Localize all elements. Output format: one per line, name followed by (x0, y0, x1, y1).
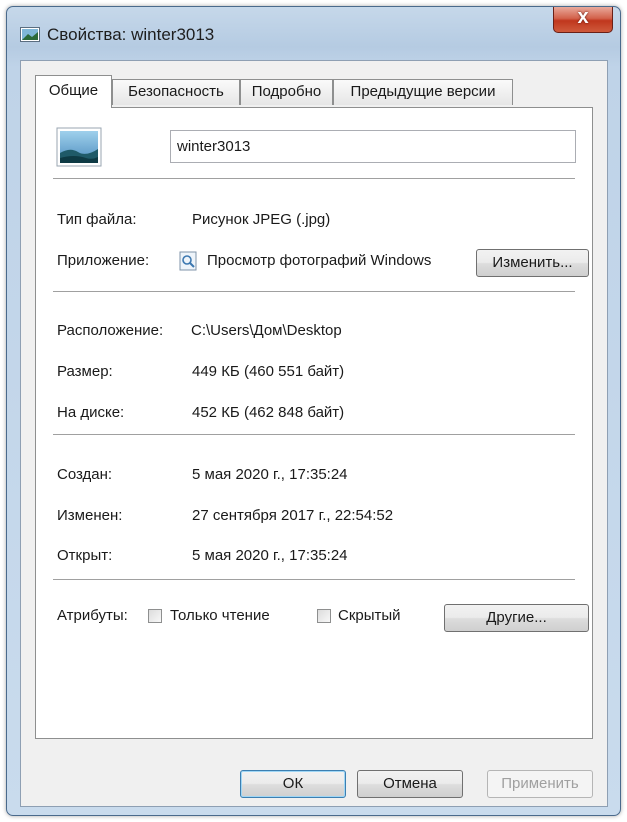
tab-details[interactable]: Подробно (240, 79, 333, 105)
tab-general[interactable]: Общие (35, 75, 112, 108)
application-value: Просмотр фотографий Windows (207, 252, 432, 269)
modified-label: Изменен: (57, 507, 123, 524)
modified-value: 27 сентября 2017 г., 22:54:52 (192, 507, 394, 524)
image-thumbnail-icon (56, 127, 102, 167)
separator (53, 178, 575, 179)
change-app-button[interactable]: Изменить... (476, 249, 589, 277)
location-value: C:\Users\Дом\Desktop (191, 322, 342, 339)
close-button[interactable]: x (553, 6, 613, 33)
separator (53, 579, 575, 580)
on-disk-label: На диске: (57, 404, 125, 421)
tab-previous-versions[interactable]: Предыдущие версии (333, 79, 513, 105)
tab-security[interactable]: Безопасность (112, 79, 240, 105)
separator (53, 291, 575, 292)
other-attributes-button[interactable]: Другие... (444, 604, 589, 632)
title-bar[interactable]: Свойства: winter3013 x (7, 6, 620, 59)
created-label: Создан: (57, 466, 113, 483)
cancel-button[interactable]: Отмена (357, 770, 463, 798)
image-file-icon (20, 27, 40, 42)
application-label: Приложение: (57, 252, 150, 269)
window-title: Свойства: winter3013 (47, 25, 215, 44)
dialog-client: Общие Безопасность Подробно Предыдущие в… (20, 60, 608, 807)
file-type-value: Рисунок JPEG (.jpg) (192, 211, 331, 228)
on-disk-value: 452 КБ (462 848 байт) (192, 404, 345, 421)
ok-button[interactable]: ОК (240, 770, 346, 798)
general-tab-panel: Тип файла: Рисунок JPEG (.jpg) Приложени… (35, 107, 593, 739)
hidden-label[interactable]: Скрытый (338, 607, 401, 624)
created-value: 5 мая 2020 г., 17:35:24 (192, 466, 348, 483)
photo-viewer-icon (179, 251, 197, 271)
properties-window: Свойства: winter3013 x Общие Безопасност… (6, 6, 621, 816)
apply-button[interactable]: Применить (487, 770, 593, 798)
size-value: 449 КБ (460 551 байт) (192, 363, 345, 380)
close-icon: x (577, 6, 589, 28)
readonly-label[interactable]: Только чтение (170, 607, 270, 624)
file-name-input[interactable] (170, 130, 576, 163)
location-label: Расположение: (57, 322, 164, 339)
file-type-label: Тип файла: (57, 211, 137, 228)
attributes-label: Атрибуты: (57, 607, 128, 624)
hidden-checkbox[interactable] (317, 609, 331, 623)
accessed-value: 5 мая 2020 г., 17:35:24 (192, 547, 348, 564)
separator (53, 434, 575, 435)
size-label: Размер: (57, 363, 113, 380)
accessed-label: Открыт: (57, 547, 113, 564)
readonly-checkbox[interactable] (148, 609, 162, 623)
